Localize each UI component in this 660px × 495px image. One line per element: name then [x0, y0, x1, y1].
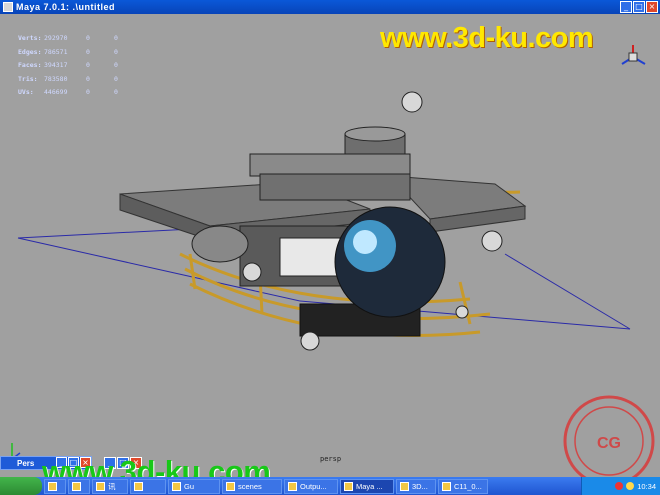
task-app-icon [96, 481, 105, 491]
maya-app-icon [344, 481, 353, 491]
camera-label: persp [320, 455, 342, 463]
task-app-icon [442, 481, 451, 491]
taskbar-item[interactable]: Gu [168, 478, 220, 494]
watermark-top: www.3d-ku.com [380, 22, 594, 54]
task-app-icon [172, 481, 181, 491]
taskbar-item[interactable] [68, 478, 90, 494]
task-app-icon [72, 481, 81, 491]
minimize-button[interactable]: _ [620, 1, 632, 13]
svg-text:CG: CG [597, 435, 621, 452]
perspective-viewport[interactable]: Verts: 292970 0 0 Edges: 786571 0 0 Face… [0, 14, 660, 487]
taskbar-item[interactable]: scenes [222, 478, 282, 494]
taskbar-item[interactable]: 讯 [92, 478, 128, 494]
window-controls: _ □ × [620, 1, 658, 13]
taskbar-item[interactable] [44, 478, 66, 494]
cg-stamp-logo: CG [563, 395, 655, 487]
taskbar-item[interactable]: 3D... [396, 478, 436, 494]
taskbar-item[interactable]: C11_0... [438, 478, 488, 494]
window-title: Maya 7.0.1: .\untitled [16, 2, 116, 12]
system-tray: 10:34 [581, 477, 660, 495]
maximize-button[interactable]: □ [633, 1, 645, 13]
taskbar-item-maya[interactable]: Maya ... [340, 478, 394, 494]
maya-app-icon [3, 2, 13, 12]
view-cube-icon[interactable] [618, 42, 648, 72]
folder-icon [226, 481, 235, 491]
taskbar-item[interactable]: Outpu... [284, 478, 338, 494]
close-button[interactable]: × [646, 1, 658, 13]
top-turret [249, 126, 411, 201]
clock: 10:34 [637, 481, 656, 491]
taskbar-item[interactable] [130, 478, 166, 494]
start-button-icon[interactable] [0, 477, 42, 495]
mini-panel-title: Pers [17, 458, 35, 468]
task-app-icon [134, 481, 143, 491]
output-window-icon [288, 481, 297, 491]
title-bar: Maya 7.0.1: .\untitled _ □ × [0, 0, 660, 14]
glass-dome [334, 206, 446, 318]
task-app-icon [400, 481, 409, 491]
tray-volume-icon[interactable] [626, 482, 635, 490]
taskbar: 讯 Gu scenes Outpu... Maya ... 3D... C11_… [0, 477, 660, 495]
tray-status-icon[interactable] [615, 482, 624, 490]
task-app-icon [48, 481, 57, 491]
